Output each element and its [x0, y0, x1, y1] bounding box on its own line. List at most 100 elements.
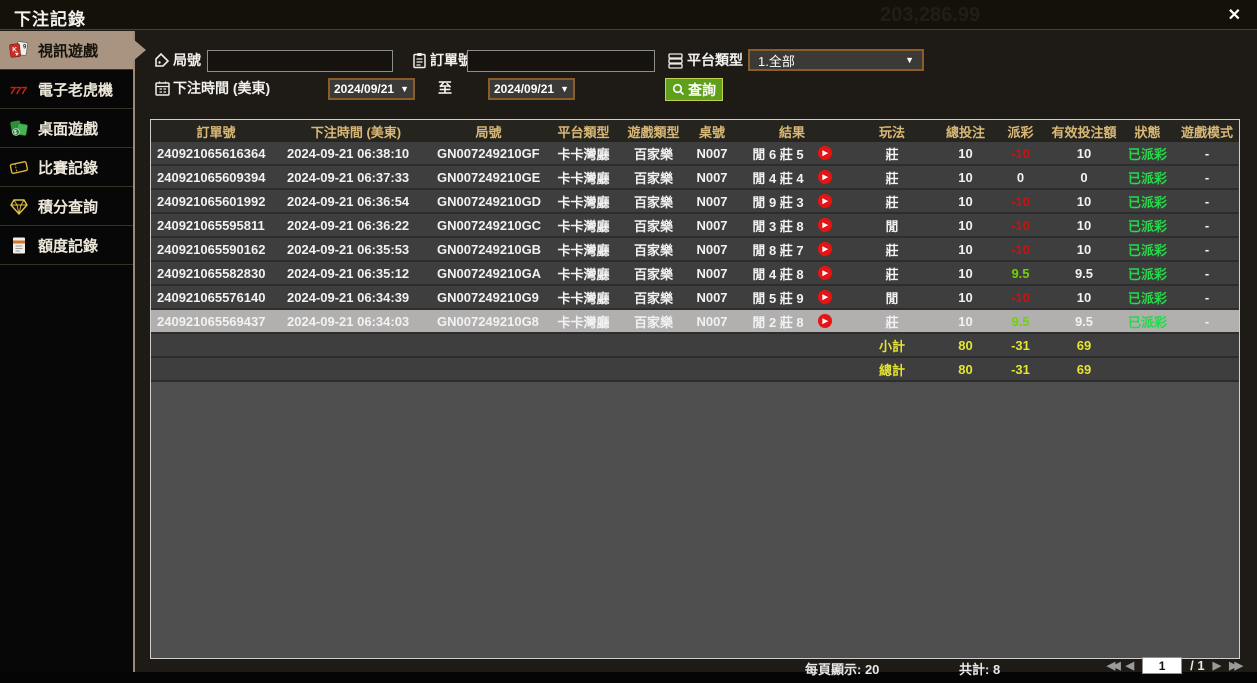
date-to-picker[interactable]: 2024/09/21 ▼	[488, 78, 575, 100]
play-video-icon[interactable]: ▶	[818, 314, 832, 328]
bet-records-dialog: 下注記錄 203,286.99 ✕ 9K♥視訊遊戲777電子老虎機$桌面遊戲比賽…	[0, 0, 1257, 672]
svg-text:777: 777	[10, 86, 27, 97]
table-no-cell: N007	[686, 146, 738, 161]
date-to-label: 至	[438, 78, 452, 98]
play-video-icon[interactable]: ▶	[818, 242, 832, 256]
prev-page-icon[interactable]: ◀	[1126, 659, 1134, 672]
column-header: 派彩	[993, 122, 1048, 141]
play-video-icon[interactable]: ▶	[818, 146, 832, 160]
sidebar-item-label: 比賽記錄	[38, 157, 98, 178]
tag-icon	[154, 52, 171, 69]
result-cell: 閒 5 莊 9▶	[738, 288, 846, 307]
platform-type-value: 1.全部	[758, 51, 795, 70]
table-no-cell: N007	[686, 242, 738, 257]
game-mode-cell: -	[1175, 290, 1239, 305]
play-video-icon[interactable]: ▶	[818, 290, 832, 304]
last-page-icon[interactable]: ▶▶	[1229, 659, 1240, 672]
round-no-cell: GN007249210GE	[431, 170, 546, 185]
total-bet-cell: 10	[938, 194, 993, 209]
valid-bet-cell: 10	[1048, 218, 1120, 233]
play-video-icon[interactable]: ▶	[818, 218, 832, 232]
table-no-cell: N007	[686, 290, 738, 305]
result-score: 閒 3 莊 8	[752, 216, 803, 235]
sidebar: 9K♥視訊遊戲777電子老虎機$桌面遊戲比賽記錄積分查詢額度記錄	[0, 31, 135, 672]
platform-list-icon	[667, 52, 684, 69]
game-type-cell: 百家樂	[621, 144, 686, 163]
payout-cell: -10	[993, 218, 1048, 233]
sidebar-item-points-query[interactable]: 積分查詢	[0, 187, 133, 226]
result-score: 閒 9 莊 3	[752, 192, 803, 211]
table-row[interactable]: 2409210655761402024-09-21 06:34:39GN0072…	[151, 286, 1239, 310]
status-cell: 已派彩	[1120, 288, 1175, 307]
table-no-cell: N007	[686, 170, 738, 185]
search-button[interactable]: 查詢	[665, 78, 723, 101]
first-page-icon[interactable]: ◀◀	[1107, 659, 1118, 672]
total-bet-cell: 10	[938, 290, 993, 305]
sidebar-item-match-records[interactable]: 比賽記錄	[0, 148, 133, 187]
next-page-icon[interactable]: ▶	[1213, 659, 1221, 672]
slot-777-icon: 777	[9, 80, 29, 99]
bet-time-cell: 2024-09-21 06:37:33	[281, 170, 431, 185]
sidebar-item-table-games[interactable]: $桌面遊戲	[0, 109, 133, 148]
bet-type-cell: 莊	[846, 192, 938, 211]
total-bet-cell: 10	[938, 170, 993, 185]
valid-bet-cell: 10	[1048, 290, 1120, 305]
round-no-cell: GN007249210GA	[431, 266, 546, 281]
payout-cell: -10	[993, 194, 1048, 209]
order-no-input[interactable]	[467, 50, 655, 72]
bet-type-cell: 莊	[846, 312, 938, 331]
page-size-label: 每頁顯示: 20	[805, 659, 879, 678]
grand-total-total-bet: 80	[938, 362, 993, 377]
play-video-icon[interactable]: ▶	[818, 170, 832, 184]
subtotal-row: 小計80-3169	[151, 334, 1239, 358]
play-video-icon[interactable]: ▶	[818, 194, 832, 208]
platform-type-select[interactable]: 1.全部 ▼	[748, 49, 924, 71]
clipboard-icon	[411, 52, 428, 69]
table-row[interactable]: 2409210655694372024-09-21 06:34:03GN0072…	[151, 310, 1239, 334]
status-cell: 已派彩	[1120, 240, 1175, 259]
table-row[interactable]: 2409210655958112024-09-21 06:36:22GN0072…	[151, 214, 1239, 238]
result-cell: 閒 4 莊 8▶	[738, 264, 846, 283]
play-video-icon[interactable]: ▶	[818, 266, 832, 280]
order-no-cell: 240921065576140	[151, 290, 281, 305]
game-mode-cell: -	[1175, 146, 1239, 161]
grand-total-payout: -31	[993, 362, 1048, 377]
records-table: 訂單號下注時間 (美東)局號平台類型遊戲類型桌號結果玩法總投注派彩有效投注額狀態…	[150, 119, 1240, 659]
sidebar-item-label: 桌面遊戲	[38, 118, 98, 139]
search-button-label: 查詢	[688, 80, 716, 100]
page-number-input[interactable]	[1142, 657, 1182, 674]
result-cell: 閒 4 莊 4▶	[738, 168, 846, 187]
column-header: 桌號	[686, 122, 738, 141]
table-row[interactable]: 2409210656093942024-09-21 06:37:33GN0072…	[151, 166, 1239, 190]
close-icon[interactable]: ✕	[1228, 5, 1241, 25]
date-from-picker[interactable]: 2024/09/21 ▼	[328, 78, 415, 100]
game-type-cell: 百家樂	[621, 168, 686, 187]
subtotal-total-bet: 80	[938, 338, 993, 353]
sidebar-item-video-games[interactable]: 9K♥視訊遊戲	[0, 31, 133, 70]
sidebar-item-quota-records[interactable]: 額度記錄	[0, 226, 133, 265]
round-no-cell: GN007249210GD	[431, 194, 546, 209]
order-no-cell: 240921065582830	[151, 266, 281, 281]
status-cell: 已派彩	[1120, 144, 1175, 163]
status-cell: 已派彩	[1120, 168, 1175, 187]
date-from-value: 2024/09/21	[334, 82, 394, 96]
bet-time-cell: 2024-09-21 06:38:10	[281, 146, 431, 161]
table-row[interactable]: 2409210656163642024-09-21 06:38:10GN0072…	[151, 142, 1239, 166]
main-area: 局號 訂單號 平台類型 1.全部 ▼ 下注時間 (美東) 2024/09/21 …	[137, 31, 1257, 672]
column-header: 訂單號	[151, 122, 281, 141]
record-count-label: 共計: 8	[959, 659, 1000, 678]
table-row[interactable]: 2409210656019922024-09-21 06:36:54GN0072…	[151, 190, 1239, 214]
bet-time-cell: 2024-09-21 06:36:54	[281, 194, 431, 209]
order-no-cell: 240921065569437	[151, 314, 281, 329]
table-no-cell: N007	[686, 266, 738, 281]
game-mode-cell: -	[1175, 170, 1239, 185]
table-row[interactable]: 2409210655901622024-09-21 06:35:53GN0072…	[151, 238, 1239, 262]
subtotal-label: 小計	[846, 336, 938, 355]
sidebar-item-label: 積分查詢	[38, 196, 98, 217]
round-no-input[interactable]	[207, 50, 393, 72]
platform-cell: 卡卡灣廳	[546, 192, 621, 211]
table-row[interactable]: 2409210655828302024-09-21 06:35:12GN0072…	[151, 262, 1239, 286]
table-no-cell: N007	[686, 314, 738, 329]
sidebar-item-slot-machines[interactable]: 777電子老虎機	[0, 70, 133, 109]
round-no-cell: GN007249210G8	[431, 314, 546, 329]
